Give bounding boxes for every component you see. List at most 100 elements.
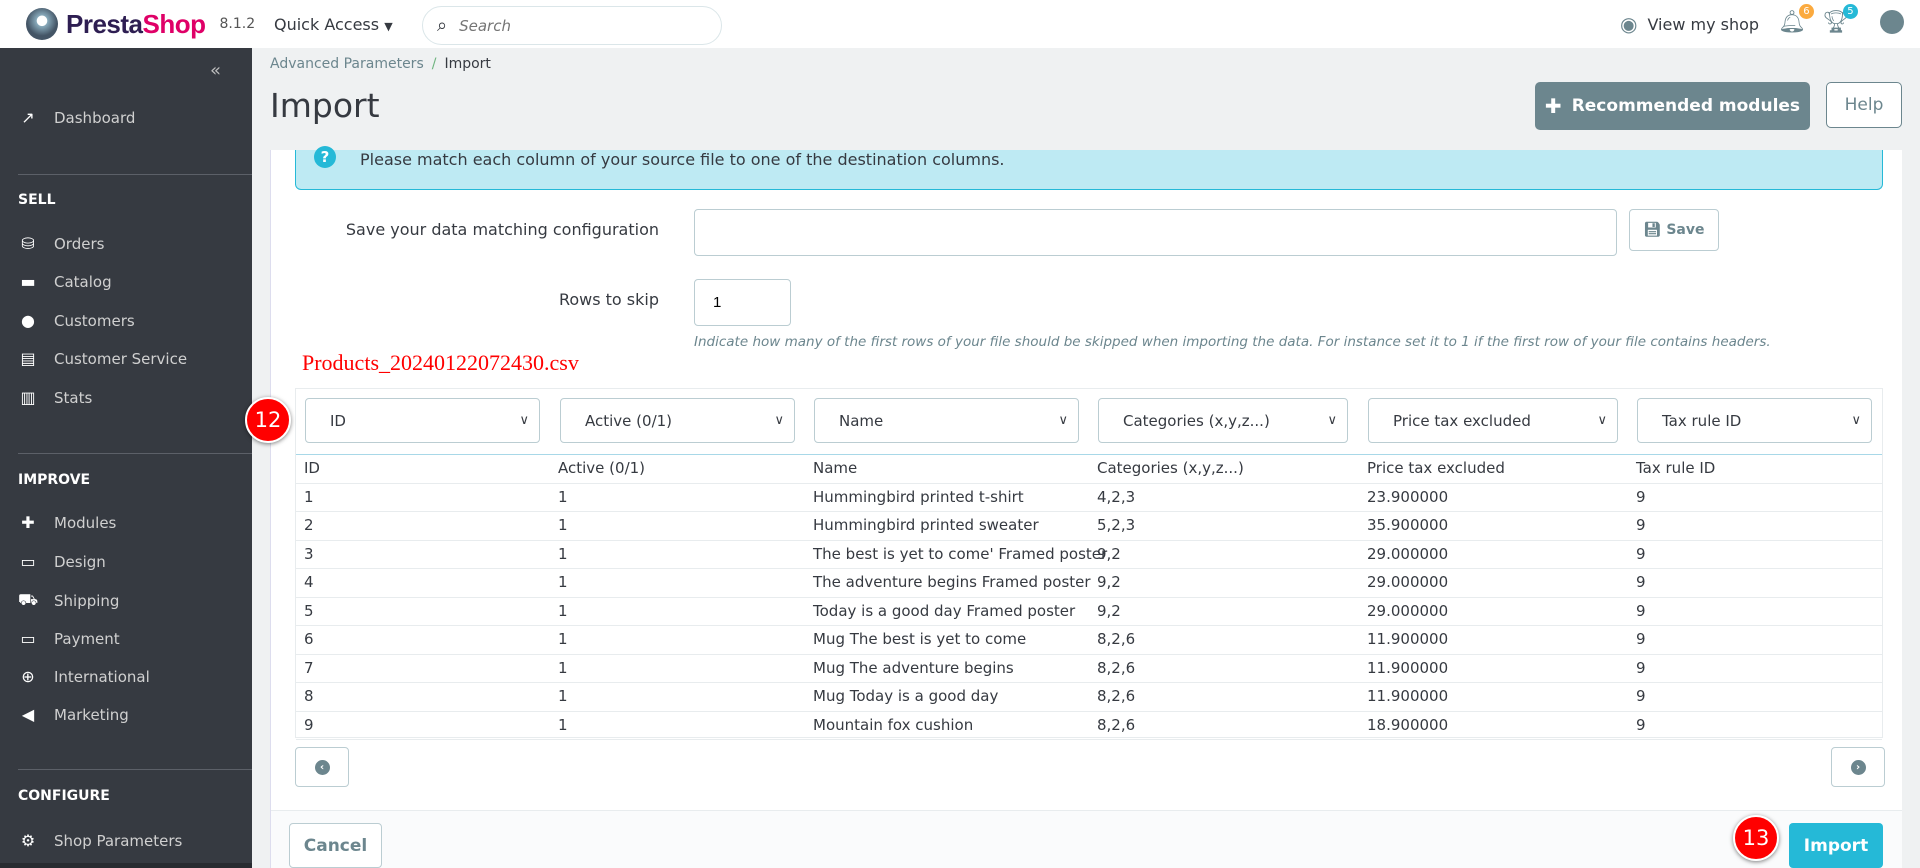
sidebar-item-marketing[interactable]: ◀ Marketing [18,705,129,724]
top-header: PrestaShop 8.1.2 Quick Access ▼ ⌕ ◉ View… [0,0,1920,48]
breadcrumb-parent[interactable]: Advanced Parameters [270,56,424,72]
sidebar-item-dashboard[interactable]: ↗ Dashboard [18,108,135,127]
sidebar-item-label: Catalog [54,272,112,291]
divider [18,453,252,454]
table-cell: 9,2 [1097,601,1121,620]
save-button[interactable]: 💾︎ Save [1629,209,1719,251]
table-cell: The adventure begins Framed poster [813,573,1091,591]
prev-page-button[interactable]: ‹ [295,747,349,787]
column-select[interactable]: ID ∨ [305,398,540,443]
sidebar-item-design[interactable]: ▭ Design [18,552,105,571]
chevron-down-icon: ∨ [774,413,784,428]
view-my-shop-link[interactable]: ◉ View my shop [1620,12,1759,36]
import-button[interactable]: Import [1789,823,1883,868]
table-cell: 7 [304,658,314,677]
active-item-indicator [0,863,252,868]
table-row: 8 1 Mug Today is a good day 8,2,6 11.900000 9 [296,683,1882,712]
column-select[interactable]: Categories (x,y,z...) ∨ [1098,398,1348,443]
bar-chart-icon: ▥ [20,388,36,407]
table-row: 9 1 Mountain fox cushion 8,2,6 18.900000 9 [296,712,1882,740]
table-cell: 1 [558,687,568,705]
rows-to-skip-label: Rows to skip [558,290,659,309]
table-cell: 1 [558,544,568,563]
sidebar-item-label: Payment [54,629,120,648]
recommended-modules-button[interactable]: ✚ Recommended modules [1535,82,1810,130]
column-select[interactable]: Name ∨ [814,398,1079,443]
sidebar-item-payment[interactable]: ▭ Payment [18,629,120,648]
sidebar-item-label: Shop Parameters [54,831,183,850]
rows-to-skip-input[interactable] [694,279,791,326]
sidebar: « ↗ Dashboard SELL ⛁ Orders ▬ Catalog ● Cust… [0,48,252,868]
table-cell: 6 [304,630,314,648]
next-page-button[interactable]: › [1831,747,1885,787]
sidebar-item-customers[interactable]: ● Customers [18,311,135,330]
table-cell: 8,2,6 [1097,630,1136,648]
chevron-down-icon: ∨ [1327,413,1337,428]
table-cell: 1 [558,715,568,734]
table-cell: 4 [304,573,314,591]
table-cell: 11.900000 [1367,630,1449,648]
save-config-label: Save your data matching configuration [345,220,659,239]
table-header-row: ID Active (0/1) Name Categories (x,y,z...) P… [296,455,1882,484]
table-cell: 2 [304,516,314,534]
trending-up-icon: ↗ [21,108,35,127]
table-cell: 1 [558,601,568,620]
logo-mark [26,8,58,40]
filename-annotation: Products_20240122072430.csv [302,350,579,375]
select-value: Active (0/1) [585,411,673,430]
select-value: Tax rule ID [1662,411,1742,430]
sidebar-item-catalog[interactable]: ▬ Catalog [18,272,112,291]
trophy-icon[interactable]: 🏆︎ 5 [1822,4,1858,35]
table-row: 3 1 The best is yet to come' Framed poster… [296,541,1882,569]
search-input[interactable] [459,16,680,35]
table-cell: 29.000000 [1367,601,1449,620]
brand-name: PrestaShop [66,8,206,39]
table-cell: Mountain fox cushion [813,715,974,734]
sidebar-item-label: Stats [54,388,93,407]
table-cell: Today is a good day Framed poster [813,601,1076,620]
save-label: Save [1666,222,1705,238]
column-select[interactable]: Tax rule ID ∨ [1637,398,1872,443]
sidebar-item-modules[interactable]: ✚ Modules [18,513,116,532]
quick-access-dropdown[interactable]: Quick Access ▼ [274,15,393,34]
section-sell: SELL [18,192,56,208]
chevron-right-icon: › [1850,759,1866,775]
table-cell: The best is yet to come' Framed poster [813,544,1108,563]
info-text: Please match each column of your source … [360,150,1005,169]
sidebar-item-orders[interactable]: ⛁ Orders [18,234,104,253]
logo[interactable]: PrestaShop 8.1.2 [26,8,255,40]
table-cell: 9 [1636,658,1646,677]
column-select[interactable]: Price tax excluded ∨ [1368,398,1618,443]
eye-icon: ◉ [1620,12,1638,36]
table-cell: 9 [1636,601,1646,620]
save-config-input[interactable] [694,209,1617,256]
user-avatar-icon[interactable] [1880,10,1904,34]
select-value: Name [839,411,884,430]
gear-icon: ⚙ [20,831,36,850]
sidebar-item-international[interactable]: ⊕ International [18,667,149,686]
caret-down-icon: ▼ [384,20,393,33]
sidebar-item-shop-parameters[interactable]: ⚙ Shop Parameters [18,831,183,850]
column-select[interactable]: Active (0/1) ∨ [560,398,795,443]
search-box[interactable]: ⌕ [422,6,722,45]
table-row: 7 1 Mug The adventure begins 8,2,6 11.900000… [296,655,1882,683]
help-button[interactable]: Help [1826,82,1902,128]
sidebar-item-customer-service[interactable]: ▤ Customer Service [18,349,187,368]
sidebar-item-stats[interactable]: ▥ Stats [18,388,92,407]
table-cell: Mug Today is a good day [813,687,999,705]
sidebar-item-shipping[interactable]: ⛟ Shipping [18,590,119,611]
puzzle-icon: ✚ [21,513,35,532]
bell-icon[interactable]: 🔔︎ 6 [1778,4,1814,35]
cancel-button[interactable]: Cancel [289,823,382,868]
table-cell: 9 [1636,516,1646,534]
sidebar-item-label: Modules [54,513,117,532]
step-badge-12: 12 [245,397,291,443]
table-cell: 9 [1636,487,1646,506]
info-alert: ? Please match each column of your source… [295,146,1883,190]
breadcrumb-current: Import [444,56,491,72]
collapse-sidebar-icon[interactable]: « [210,60,221,81]
rows-to-skip-hint: Indicate how many of the first rows of y… [694,334,1771,350]
select-value: Price tax excluded [1393,411,1531,430]
table-cell: 3 [304,544,314,563]
table-cell: 5 [304,601,314,620]
